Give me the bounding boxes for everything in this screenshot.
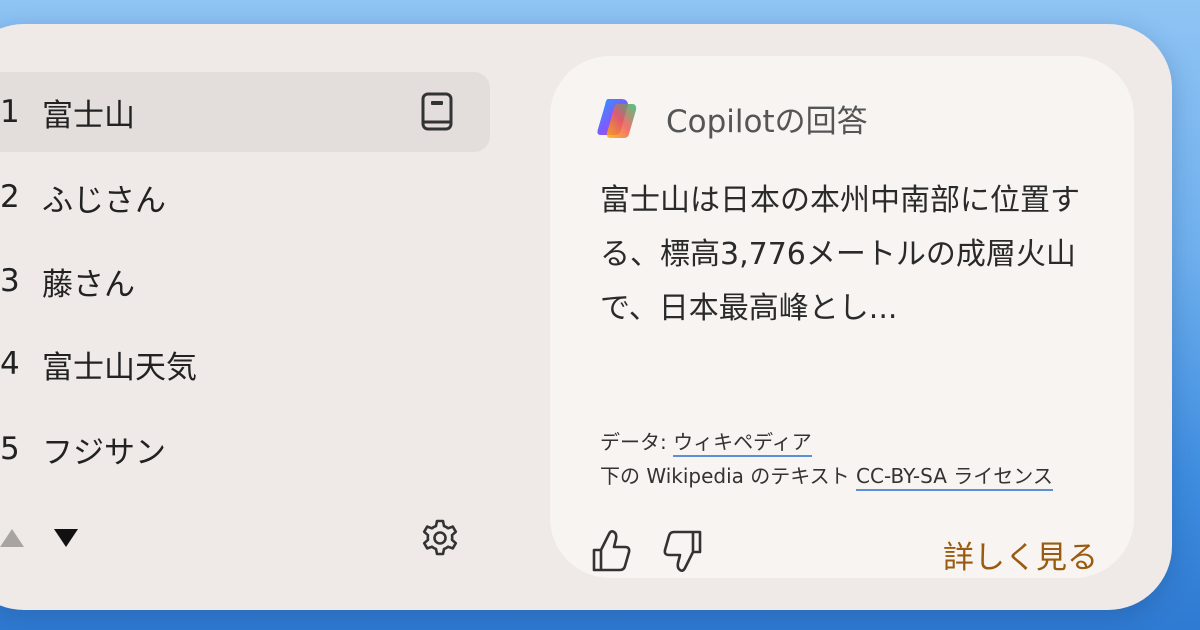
- candidate-item-2[interactable]: 2 ふじさん: [0, 157, 490, 237]
- candidate-item-5[interactable]: 5 フジサン: [0, 409, 490, 489]
- license-prefix: 下の Wikipedia のテキスト: [600, 464, 857, 488]
- candidate-text: 富士山天気: [42, 349, 197, 386]
- candidate-number: 4: [0, 346, 20, 382]
- candidate-text: フジサン: [42, 434, 166, 471]
- wikipedia-link[interactable]: ウィキペディア: [673, 430, 812, 457]
- book-icon[interactable]: [420, 92, 456, 132]
- candidate-item-1[interactable]: 1 富士山: [0, 72, 490, 152]
- thumbs-up-icon[interactable]: [590, 528, 634, 574]
- copilot-answer-card: Copilotの回答 富士山は日本の本州中南部に位置する、標高3,776メートル…: [550, 56, 1134, 578]
- candidate-number: 5: [0, 431, 20, 467]
- data-source: データ: ウィキペディア: [600, 426, 812, 457]
- ime-candidate-panel: 1 富士山 2 ふじさん 3 藤さん 4 富士山天気 5 フジサン Copilo…: [0, 24, 1172, 610]
- card-title: Copilotの回答: [666, 103, 868, 140]
- candidate-item-3[interactable]: 3 藤さん: [0, 241, 490, 321]
- candidate-text: 藤さん: [42, 266, 135, 303]
- triangle-up-icon[interactable]: [0, 526, 26, 550]
- thumbs-down-icon[interactable]: [660, 528, 704, 574]
- card-header: Copilotの回答: [596, 96, 868, 140]
- answer-text: 富士山は日本の本州中南部に位置する、標高3,776メートルの成層火山で、日本最高…: [600, 183, 1080, 326]
- card-footer: 詳しく見る: [590, 528, 1110, 576]
- candidate-navigation: [0, 514, 520, 562]
- candidate-item-4[interactable]: 4 富士山天気: [0, 324, 490, 404]
- candidate-number: 1: [0, 94, 20, 130]
- triangle-down-icon[interactable]: [52, 526, 80, 550]
- candidate-text: ふじさん: [42, 182, 166, 219]
- copilot-logo-icon: [597, 99, 637, 138]
- candidate-number: 3: [0, 263, 20, 299]
- gear-icon[interactable]: [420, 518, 460, 558]
- candidate-text: 富士山: [42, 97, 135, 134]
- source-prefix: データ:: [600, 430, 674, 454]
- license-link[interactable]: CC-BY-SA ライセンス: [856, 464, 1053, 491]
- candidate-number: 2: [0, 179, 20, 215]
- license-notice: 下の Wikipedia のテキスト CC-BY-SA ライセンス: [600, 460, 1053, 491]
- candidate-list: 1 富士山 2 ふじさん 3 藤さん 4 富士山天気 5 フジサン: [0, 24, 520, 610]
- learn-more-link[interactable]: 詳しく見る: [943, 532, 1098, 577]
